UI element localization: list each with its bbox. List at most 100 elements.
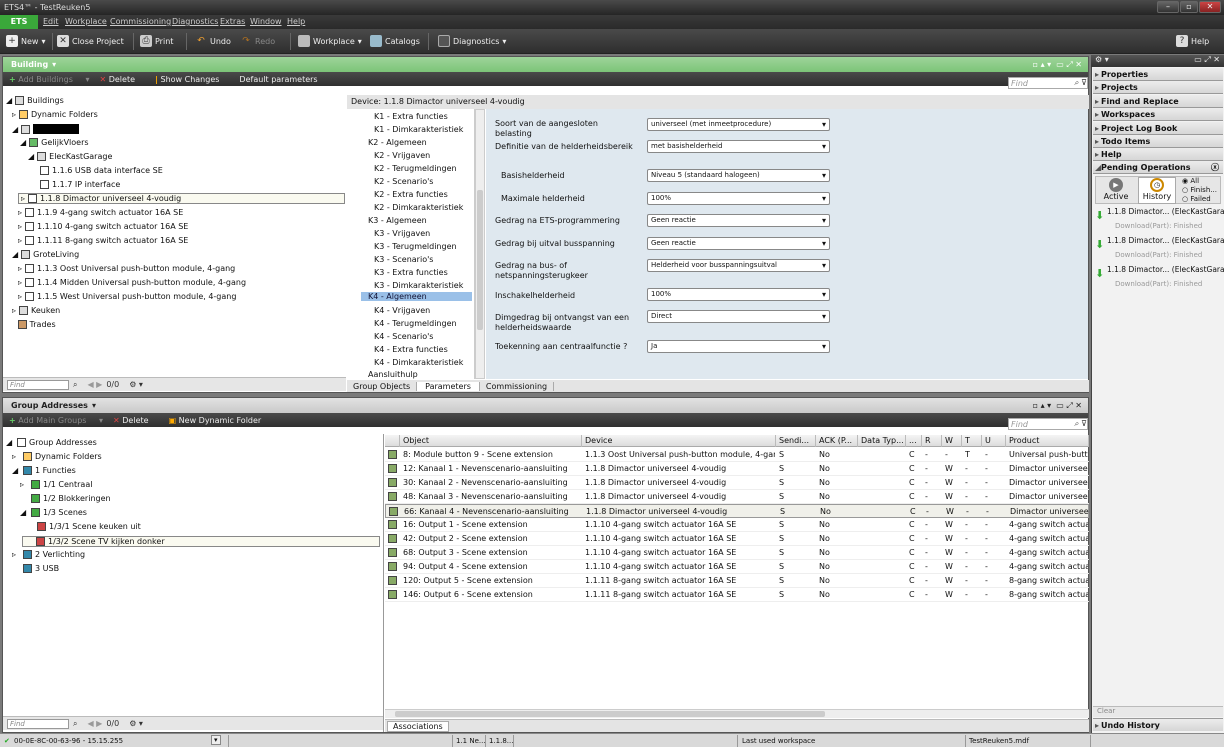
side-section-projects[interactable]: Projects xyxy=(1093,81,1223,95)
tree-item-redacted[interactable]: ◢ xyxy=(12,124,80,134)
group-tree-item[interactable]: ◢ 1/3 Scenes xyxy=(20,508,87,517)
side-section-help[interactable]: Help xyxy=(1093,148,1223,162)
group-tree-item[interactable]: ◢ 1 Functies xyxy=(12,466,76,475)
tree-item-device[interactable]: 1.1.6 USB data interface SE xyxy=(40,166,163,175)
minimize-button[interactable]: – xyxy=(1157,1,1179,13)
tree-item-groteliving[interactable]: ◢ GroteLiving xyxy=(12,250,79,259)
filter-failed[interactable]: ○ Failed xyxy=(1182,195,1217,204)
chevron-down-icon[interactable]: ▾ xyxy=(92,401,96,410)
default-parameters-button[interactable]: Default parameters xyxy=(239,75,317,84)
filter-finished[interactable]: ○ Finish... xyxy=(1182,186,1217,195)
new-dynamic-folder-button[interactable]: ▣ New Dynamic Folder xyxy=(169,416,272,425)
show-changes-button[interactable]: | Show Changes xyxy=(155,75,229,84)
catalogs-button[interactable]: Catalogs xyxy=(370,35,420,47)
group-tree-item[interactable]: 3 USB xyxy=(12,564,59,573)
expand-arrow-icon[interactable] xyxy=(25,537,33,546)
tree-item-device[interactable]: ▹ 1.1.5 West Universal push-button modul… xyxy=(18,292,236,301)
tab-group-objects[interactable]: Group Objects xyxy=(347,381,418,391)
gear-icon[interactable]: ⚙ ▾ xyxy=(129,380,143,389)
table-row-selected[interactable]: 66: Kanaal 4 - Nevenscenario-aansluiting… xyxy=(385,504,1089,518)
diagnostics-button[interactable]: Diagnostics ▾ xyxy=(438,35,506,47)
search-icon[interactable]: ⌕ xyxy=(73,380,77,390)
expand-arrow-icon[interactable]: ◢ xyxy=(6,438,14,447)
tree-item-device[interactable]: ▹ 1.1.10 4-gang switch actuator 16A SE xyxy=(18,222,188,231)
expand-arrow-icon[interactable]: ◢ xyxy=(20,508,28,517)
delete-button[interactable]: ✕ Delete xyxy=(113,416,159,425)
table-horizontal-scrollbar[interactable] xyxy=(385,709,1089,718)
nav-arrows-icon[interactable]: ◀ ▶ xyxy=(87,719,102,728)
group-find-input[interactable]: Find ⌕ ⊽ xyxy=(1008,418,1088,430)
param-page-item[interactable]: K4 - Terugmeldingen xyxy=(374,319,457,328)
tab-associations[interactable]: Associations xyxy=(387,721,449,732)
group-tree-item[interactable]: 1/3/1 Scene keuken uit xyxy=(26,522,141,531)
table-row[interactable]: 30: Kanaal 2 - Nevenscenario-aansluiting… xyxy=(385,476,1089,490)
panel-window-controls[interactable]: ▫ ▴ ▾ ▭ ⤢ ✕ xyxy=(1033,60,1082,70)
tab-history[interactable]: ◷ History xyxy=(1138,177,1176,204)
tab-commissioning[interactable]: Commissioning xyxy=(480,381,555,391)
tree-item-buildings[interactable]: ◢ Buildings xyxy=(6,96,64,105)
table-row[interactable]: 68: Output 3 - Scene extension 1.1.10 4-g… xyxy=(385,546,1089,560)
table-row[interactable]: 48: Kanaal 3 - Nevenscenario-aansluiting… xyxy=(385,490,1089,504)
param-dropdown[interactable]: Geen reactie xyxy=(647,237,830,250)
clear-button[interactable]: Clear xyxy=(1093,706,1223,717)
param-page-item[interactable]: K2 - Extra functies xyxy=(374,190,448,199)
side-section-todo-items[interactable]: Todo Items xyxy=(1093,135,1223,148)
group-tree-item[interactable]: ▹ Dynamic Folders xyxy=(12,452,102,461)
maximize-button[interactable]: ▫ xyxy=(1180,1,1198,13)
side-section-properties[interactable]: Properties xyxy=(1093,68,1223,81)
filter-all[interactable]: ◉ All xyxy=(1182,177,1217,186)
group-tree-item[interactable]: ◢ Group Addresses xyxy=(6,438,97,447)
tree-item-keuken[interactable]: ▹ Keuken xyxy=(12,306,60,315)
menu-diagnostics[interactable]: Diagnostics xyxy=(172,17,218,26)
column-header[interactable]: U xyxy=(982,435,1006,447)
param-page-item[interactable]: K1 - Extra functies xyxy=(374,112,448,121)
tree-item-eleckastgarage[interactable]: ◢ ElecKastGarage xyxy=(28,152,112,161)
menu-commissioning[interactable]: Commissioning xyxy=(110,17,171,26)
close-project-button[interactable]: ✕ Close Project xyxy=(57,35,124,47)
tree-item-device[interactable]: 1.1.7 IP interface xyxy=(40,180,120,189)
tab-parameters[interactable]: Parameters xyxy=(417,381,480,391)
workplace-button[interactable]: Workplace ▾ xyxy=(298,35,362,47)
tree-item-device-selected[interactable]: ▹ 1.1.8 Dimactor universeel 4-voudig xyxy=(18,193,345,204)
delete-button[interactable]: ✕ Delete xyxy=(99,75,145,84)
tab-active[interactable]: ▶ Active xyxy=(1100,178,1132,201)
param-page-k4-algemeen-selected[interactable]: K4 - Algemeen xyxy=(361,292,472,301)
column-header[interactable]: Product xyxy=(1006,435,1089,447)
expand-arrow-icon[interactable]: ◢ xyxy=(12,466,20,475)
expand-arrow-icon[interactable]: ▹ xyxy=(12,452,20,461)
find-input[interactable]: Find xyxy=(7,379,69,390)
pending-operations-header[interactable]: ◢ Pending Operations ⓧ xyxy=(1093,161,1223,174)
param-page-item[interactable]: K1 - Dimkarakteristiek xyxy=(374,125,463,134)
param-dropdown[interactable]: met basishelderheid xyxy=(647,140,830,153)
param-dropdown[interactable]: 100% xyxy=(647,288,830,301)
side-section-find-and-replace[interactable]: Find and Replace xyxy=(1093,94,1223,108)
undo-history-section[interactable]: ▸ Undo History xyxy=(1093,718,1223,731)
add-buildings-button[interactable]: + Add Buildings ▾ xyxy=(9,75,89,84)
param-dropdown[interactable]: Geen reactie xyxy=(647,214,830,227)
group-tree-item-selected[interactable]: 1/3/2 Scene TV kijken donker xyxy=(22,536,380,547)
param-page-item[interactable]: K2 - Algemeen xyxy=(368,138,427,147)
expand-arrow-icon[interactable] xyxy=(12,564,20,573)
add-main-groups-button[interactable]: + Add Main Groups ▾ xyxy=(9,416,103,425)
param-page-item[interactable]: K4 - Vrijgaven xyxy=(374,306,430,315)
table-row[interactable]: 12: Kanaal 1 - Nevenscenario-aansluiting… xyxy=(385,462,1089,476)
new-button[interactable]: + New ▾ xyxy=(6,35,45,47)
table-row[interactable]: 146: Output 6 - Scene extension 1.1.11 8-… xyxy=(385,588,1089,602)
param-page-item[interactable]: K2 - Terugmeldingen xyxy=(374,164,457,173)
param-page-item[interactable]: K3 - Algemeen xyxy=(368,216,427,225)
param-dropdown[interactable]: Niveau 5 (standaard halogeen) xyxy=(647,169,830,182)
column-header[interactable]: Sendi... xyxy=(776,435,816,447)
find-input[interactable]: Find xyxy=(7,718,69,729)
tree-item-device[interactable]: ▹ 1.1.9 4-gang switch actuator 16A SE xyxy=(18,208,183,217)
param-page-item[interactable]: K4 - Extra functies xyxy=(374,345,448,354)
param-page-item[interactable]: K3 - Terugmeldingen xyxy=(374,242,457,251)
expand-arrow-icon[interactable] xyxy=(20,494,28,503)
param-page-item[interactable]: K3 - Vrijgaven xyxy=(374,229,430,238)
interface-dropdown[interactable]: ▾ xyxy=(211,735,221,745)
param-page-item[interactable]: K3 - Extra functies xyxy=(374,268,448,277)
menu-ets[interactable]: ETS xyxy=(0,15,38,29)
device-find-input[interactable]: Find ⌕ ⊽ xyxy=(1008,77,1088,89)
close-icon[interactable]: ⓧ xyxy=(1211,161,1219,174)
gear-icon[interactable]: ⚙ ▾ xyxy=(1095,55,1109,64)
close-window-button[interactable]: ✕ xyxy=(1199,1,1221,13)
